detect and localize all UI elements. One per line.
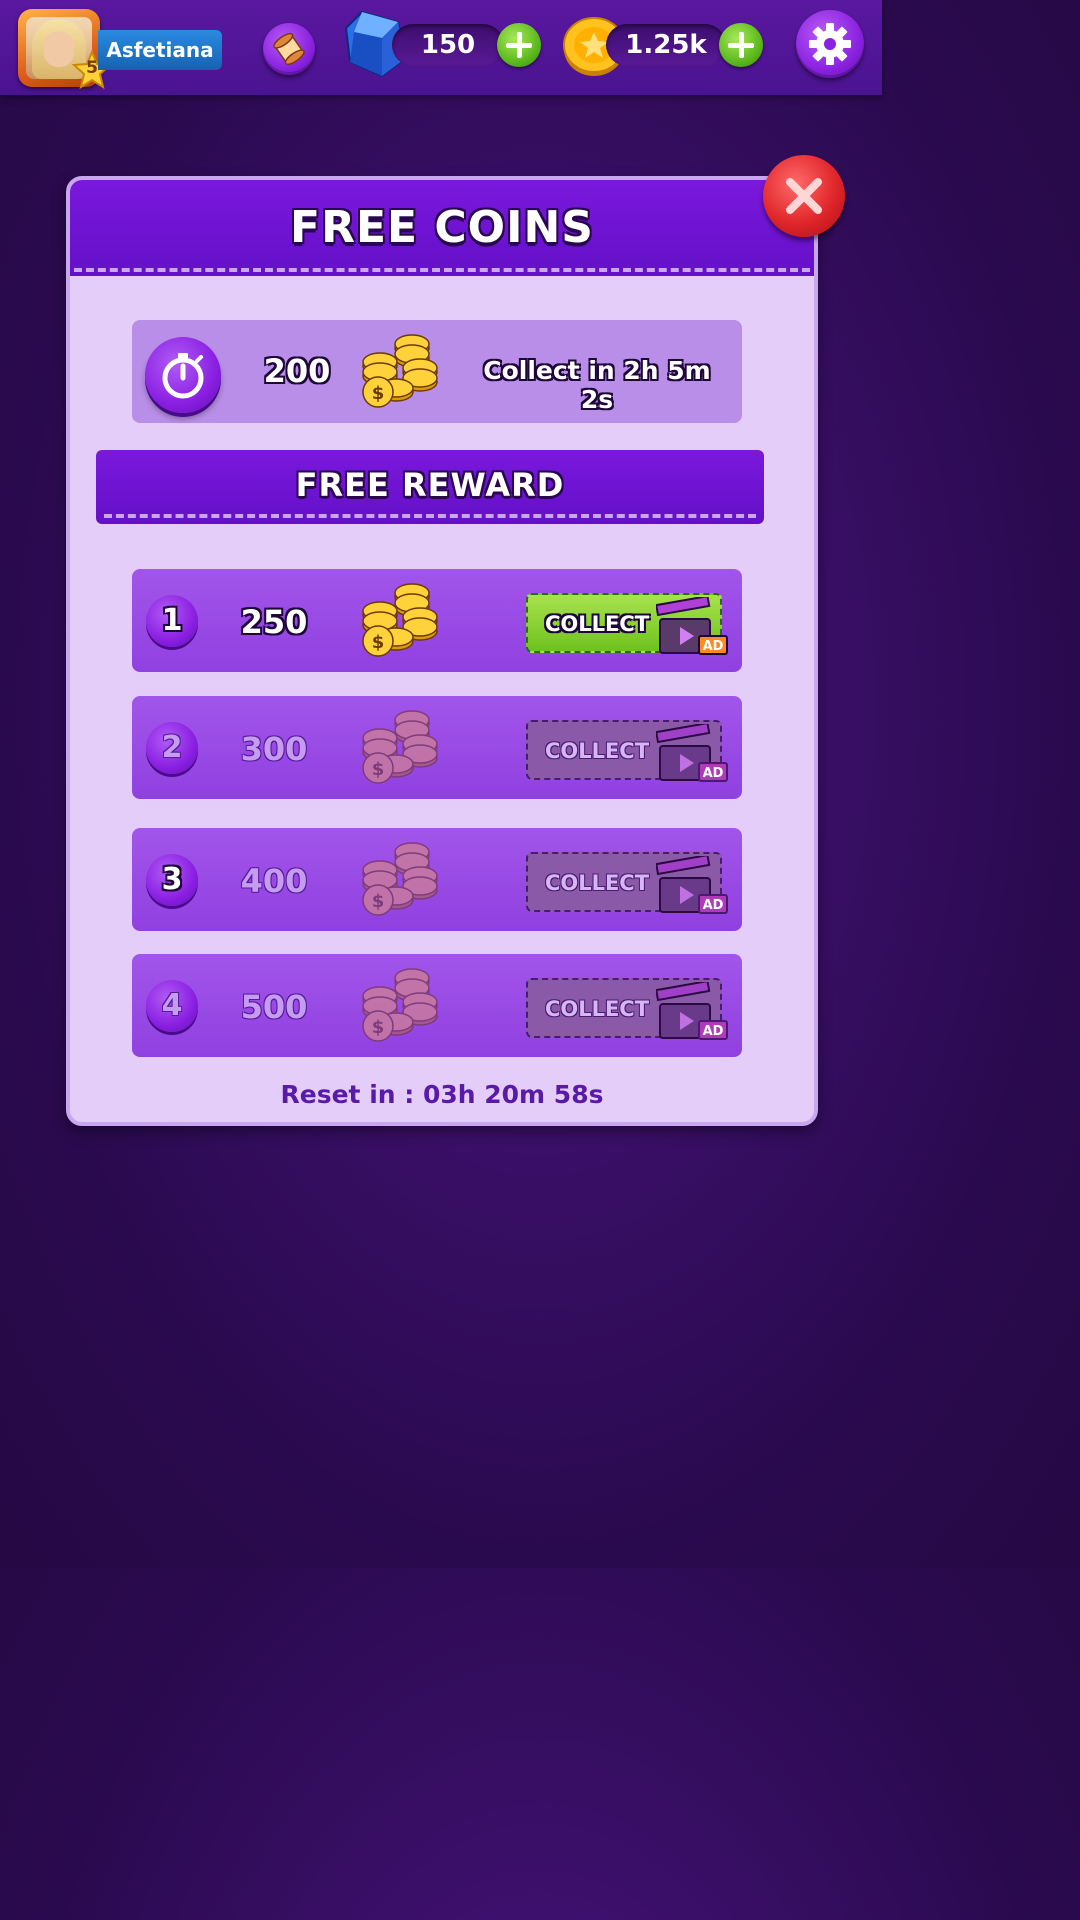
reset-countdown: Reset in : 03h 20m 58s (280, 1080, 604, 1109)
ad-tag: AD (698, 762, 728, 782)
close-button[interactable] (763, 155, 845, 237)
collect-label: COLLECT (544, 871, 650, 895)
free-reward-title: FREE REWARD (295, 466, 565, 504)
add-coins-button[interactable] (719, 23, 763, 67)
add-gems-button[interactable] (497, 23, 541, 67)
collect-button-1[interactable]: COLLECT AD (526, 593, 728, 655)
reward-index-badge: 1 (146, 595, 198, 647)
stopwatch-button (145, 337, 221, 413)
close-icon (786, 178, 822, 214)
ad-tag: AD (698, 1020, 728, 1040)
timed-reward-countdown: Collect in 2h 5m 2s (483, 356, 711, 414)
reward-amount: 250 (240, 603, 308, 641)
coin-balance: 1.25k (606, 24, 726, 66)
svg-text:$: $ (372, 1017, 385, 1038)
header-divider (74, 268, 810, 272)
scroll-button[interactable] (263, 23, 315, 75)
collect-button-4[interactable]: COLLECT AD (526, 978, 728, 1040)
reward-row-1: 1 250 $ COLLECT AD (132, 569, 742, 672)
coin-stack-icon: $ (362, 842, 438, 916)
coin-stack-icon: $ (362, 710, 438, 784)
timed-reward-amount: 200 (263, 352, 331, 390)
banner-divider (104, 514, 756, 518)
timed-reward-row: 200 $ Collect in 2h 5m 2s (132, 320, 742, 423)
settings-button[interactable] (796, 10, 864, 78)
reward-amount: 500 (240, 988, 308, 1026)
coin-stack-icon: $ (362, 968, 438, 1042)
svg-text:$: $ (372, 891, 385, 912)
reward-row-2: 2 300 $ COLLECT AD (132, 696, 742, 799)
dialog-title: FREE COINS (290, 202, 594, 253)
gem-balance: 150 (392, 24, 504, 66)
collect-button-2[interactable]: COLLECT AD (526, 720, 728, 782)
svg-text:$: $ (372, 759, 385, 780)
collect-button-3[interactable]: COLLECT AD (526, 852, 728, 914)
reward-amount: 300 (240, 730, 308, 768)
reward-index-badge: 3 (146, 854, 198, 906)
reward-row-3: 3 400 $ COLLECT AD (132, 828, 742, 931)
scroll-icon (273, 32, 305, 66)
collect-label: COLLECT (544, 997, 650, 1021)
gear-icon (809, 23, 851, 65)
reward-amount: 400 (240, 862, 308, 900)
dialog-header: FREE COINS (70, 180, 814, 276)
free-reward-banner: FREE REWARD (96, 450, 764, 524)
reward-index-badge: 2 (146, 722, 198, 774)
top-bar: 5 Asfetiana 150 1.25k (0, 0, 882, 95)
svg-text:$: $ (372, 632, 385, 653)
coin-stack-icon: $ (362, 334, 438, 408)
reward-row-4: 4 500 $ COLLECT AD (132, 954, 742, 1057)
svg-text:$: $ (372, 383, 385, 404)
collect-label: COLLECT (544, 612, 650, 636)
ad-tag: AD (698, 894, 728, 914)
ad-tag: AD (698, 635, 728, 655)
stopwatch-icon (162, 353, 204, 399)
player-name: Asfetiana (98, 30, 222, 70)
reward-index-badge: 4 (146, 980, 198, 1032)
coin-stack-icon: $ (362, 583, 438, 657)
collect-label: COLLECT (544, 739, 650, 763)
avatar-face (44, 31, 74, 67)
